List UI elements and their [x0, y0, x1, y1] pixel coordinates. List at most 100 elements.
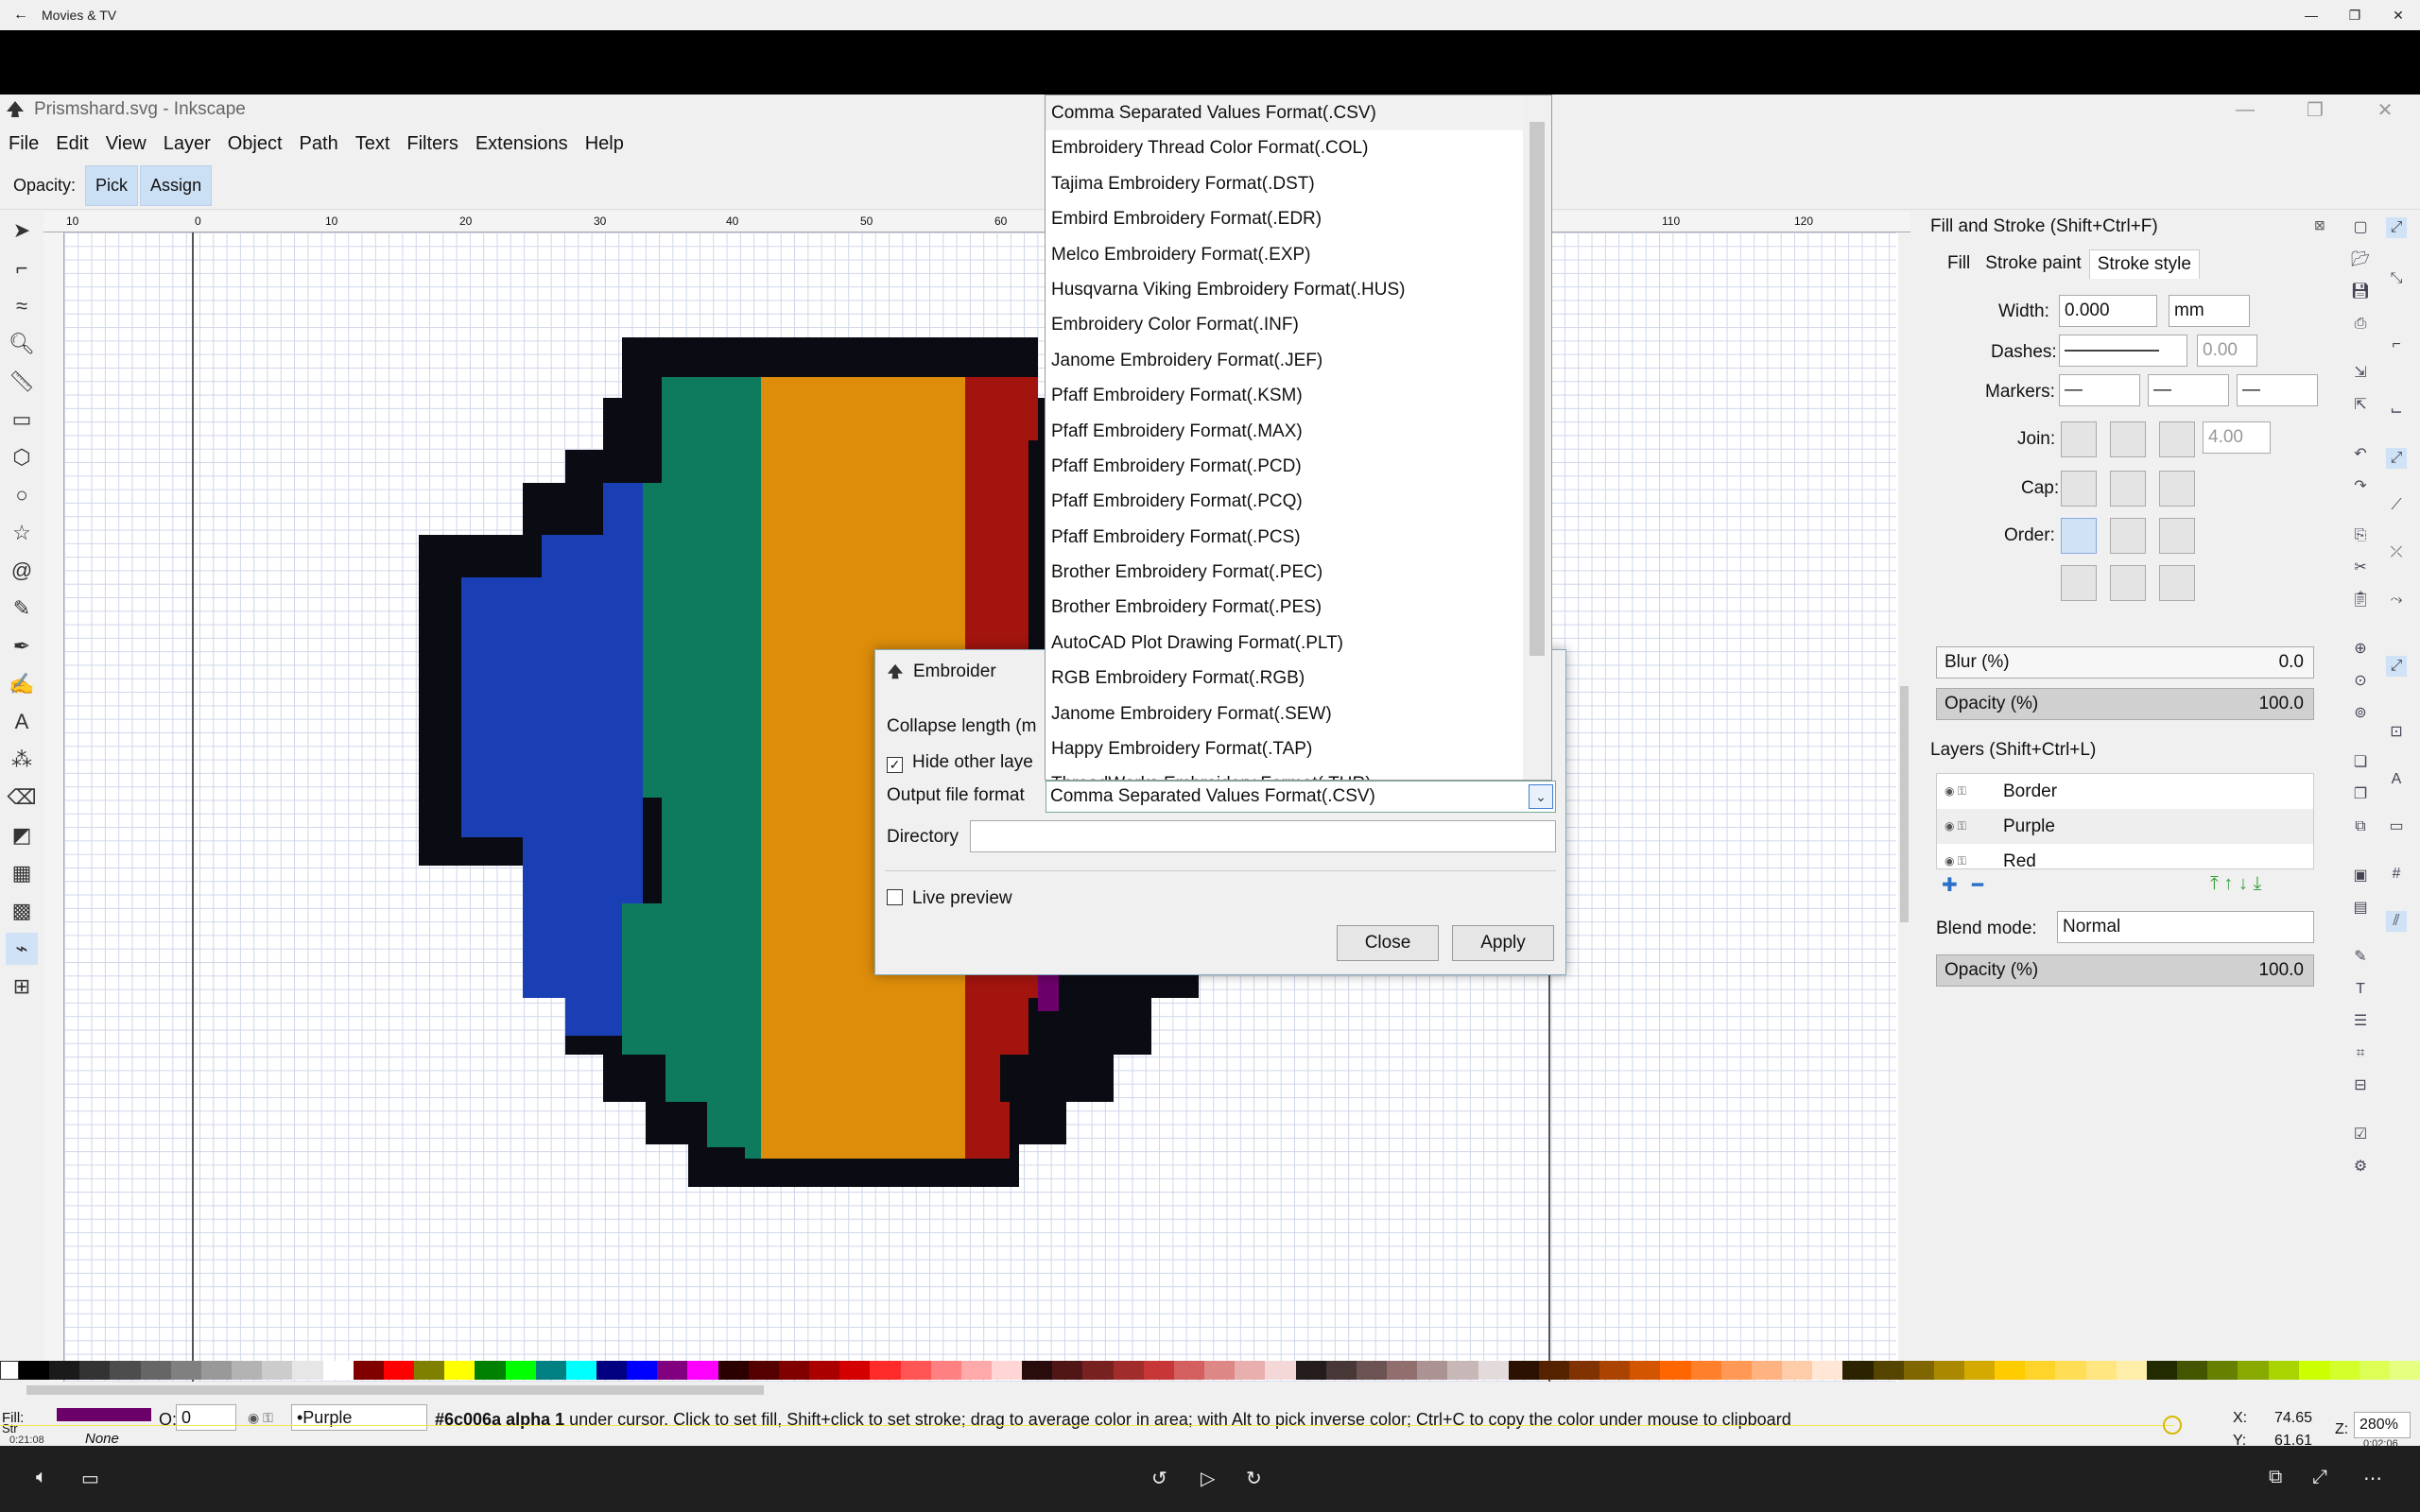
more-options-icon[interactable]: ⋯ — [2363, 1467, 2382, 1490]
node-tool-icon[interactable]: ⌐ — [6, 252, 38, 284]
dropdown-option[interactable]: Brother Embroidery Format(.PES) — [1046, 590, 1551, 625]
play-icon[interactable]: ▷ — [1201, 1467, 1215, 1490]
order-markers-stroke-fill-button[interactable] — [2159, 565, 2195, 601]
zoom-page-icon[interactable]: ⊚ — [2350, 703, 2371, 724]
cut-icon[interactable]: ✂ — [2350, 558, 2371, 578]
order-fill-stroke-markers-button[interactable] — [2061, 518, 2097, 554]
ellipse-tool-icon[interactable]: ○ — [6, 479, 38, 511]
duplicate-icon[interactable]: ❏ — [2350, 752, 2371, 773]
connector-tool-icon[interactable]: ⊞ — [6, 971, 38, 1003]
hide-layers-checkbox[interactable]: ✓ — [887, 757, 903, 773]
layer-row[interactable]: ◉ ⚿ Border — [1937, 774, 2313, 809]
opacity-o-input[interactable]: 0 — [176, 1404, 236, 1431]
mini-view-icon[interactable]: ⧉ — [2269, 1467, 2282, 1488]
copy-icon[interactable]: ⎘ — [2350, 525, 2371, 546]
window-close-button[interactable]: ✕ — [2350, 94, 2420, 125]
current-layer-select[interactable]: •Purple — [291, 1404, 427, 1431]
order-stroke-markers-fill-button[interactable] — [2110, 565, 2146, 601]
menu-edit[interactable]: Edit — [47, 133, 96, 155]
print-icon[interactable]: ⎙ — [2350, 314, 2371, 335]
no-paint-swatch[interactable] — [0, 1361, 19, 1380]
calligraphy-tool-icon[interactable]: ✍ — [6, 668, 38, 700]
snap-paths-icon[interactable]: ⟋ — [2386, 495, 2407, 516]
layers-dialog-icon[interactable]: ☰ — [2350, 1011, 2371, 1032]
cap-butt-button[interactable] — [2061, 471, 2097, 507]
snap-nodes-icon[interactable]: ⤢ — [2386, 448, 2407, 469]
window-minimize-button[interactable]: — — [2210, 94, 2280, 125]
spray-tool-icon[interactable]: ⁂ — [6, 744, 38, 776]
skip-forward-icon[interactable]: ↻ — [1246, 1467, 1262, 1490]
live-preview-checkbox[interactable] — [887, 889, 903, 905]
dropdown-option[interactable]: Brother Embroidery Format(.PEC) — [1046, 555, 1551, 590]
dropdown-option[interactable]: Pfaff Embroidery Format(.PCD) — [1046, 449, 1551, 484]
back-arrow-icon[interactable]: ← — [0, 7, 42, 24]
mesh-tool-icon[interactable]: ▩ — [6, 895, 38, 927]
order-markers-fill-stroke-button[interactable] — [2061, 565, 2097, 601]
document-properties-icon[interactable]: ⚙ — [2350, 1157, 2371, 1177]
dropdown-option[interactable]: Janome Embroidery Format(.JEF) — [1046, 343, 1551, 378]
host-minimize-button[interactable]: — — [2290, 0, 2333, 30]
pick-toggle[interactable]: Pick — [85, 165, 139, 206]
save-icon[interactable]: 💾︎ — [2350, 282, 2371, 302]
snap-bbox-edge-icon[interactable]: ⌐ — [2386, 335, 2407, 355]
blend-mode-select[interactable]: Normal — [2057, 911, 2314, 943]
snap-grid-icon[interactable]: # — [2386, 864, 2407, 885]
menu-object[interactable]: Object — [219, 133, 291, 155]
color-palette[interactable] — [0, 1361, 2420, 1380]
menu-view[interactable]: View — [97, 133, 155, 155]
layer-move-icons[interactable]: ⤒ ↑ ↓ ⤓ — [2210, 873, 2261, 895]
assign-toggle[interactable]: Assign — [140, 165, 213, 206]
text-tool-icon[interactable]: A — [6, 706, 38, 738]
snap-intersection-icon[interactable]: ⤫ — [2386, 542, 2407, 563]
dropdown-option[interactable]: Embroidery Color Format(.INF) — [1046, 307, 1551, 342]
unlink-clone-icon[interactable]: ⧉ — [2350, 816, 2371, 837]
snap-others-icon[interactable]: ⤢ — [2386, 656, 2407, 677]
palette-scrollbar[interactable] — [0, 1382, 2420, 1399]
box-tool-icon[interactable]: ⬡ — [6, 441, 38, 473]
end-marker-select[interactable]: — — [2237, 374, 2318, 406]
tab-stroke-style[interactable]: Stroke style — [2088, 249, 2200, 279]
export-icon[interactable]: ⇱ — [2350, 395, 2371, 416]
volume-icon[interactable]: 🔈︎ — [36, 1467, 47, 1488]
pen-tool-icon[interactable]: ✒ — [6, 630, 38, 662]
cap-round-button[interactable] — [2110, 471, 2146, 507]
menu-path[interactable]: Path — [291, 133, 347, 155]
join-round-button[interactable] — [2110, 421, 2146, 457]
fill-stroke-dialog-icon[interactable]: ✎ — [2350, 947, 2371, 968]
order-stroke-fill-markers-button[interactable] — [2110, 518, 2146, 554]
width-input[interactable]: 0.000 — [2059, 295, 2157, 327]
bucket-tool-icon[interactable]: ◩ — [6, 819, 38, 851]
dropdown-option[interactable]: Embroidery Thread Color Format(.COL) — [1046, 130, 1551, 165]
xml-editor-icon[interactable]: ⌗ — [2350, 1043, 2371, 1064]
menu-text[interactable]: Text — [347, 133, 399, 155]
dashes-select[interactable] — [2059, 335, 2187, 367]
directory-input[interactable] — [970, 820, 1556, 852]
zoom-input[interactable]: 280% — [2354, 1412, 2411, 1438]
snap-guide-icon[interactable]: ⫽ — [2386, 911, 2407, 932]
dropdown-option[interactable]: Embird Embroidery Format(.EDR) — [1046, 201, 1551, 236]
fill-swatch[interactable] — [57, 1408, 151, 1421]
chevron-down-icon[interactable]: ⌄ — [1529, 784, 1553, 809]
dropdown-scrollbar[interactable] — [1523, 95, 1551, 780]
close-button[interactable]: Close — [1337, 925, 1439, 961]
gradient-tool-icon[interactable]: ▦ — [6, 857, 38, 889]
measure-tool-icon[interactable]: 📏︎ — [6, 366, 38, 398]
zoom-tool-icon[interactable]: 🔍︎ — [6, 328, 38, 360]
dropdown-option[interactable]: ThreadWorks Embroidery Format(.THR) — [1046, 766, 1551, 780]
snap-smooth-icon[interactable]: ⤳ — [2386, 590, 2407, 610]
dropdown-option[interactable]: Pfaff Embroidery Format(.MAX) — [1046, 414, 1551, 449]
layer-opacity-slider[interactable]: Opacity (%) 100.0 — [1936, 954, 2314, 987]
preferences-icon[interactable]: ☑ — [2350, 1125, 2371, 1145]
dashes-offset-input[interactable]: 0.00 — [2197, 335, 2257, 367]
layer-eye-lock-icon[interactable]: ◉ ⚿ — [248, 1410, 273, 1426]
captions-icon[interactable]: ▭ — [81, 1467, 99, 1490]
dropdown-option[interactable]: Pfaff Embroidery Format(.PCS) — [1046, 520, 1551, 555]
dropdown-option[interactable]: AutoCAD Plot Drawing Format(.PLT) — [1046, 626, 1551, 661]
new-document-icon[interactable]: ▢ — [2350, 217, 2371, 238]
layer-row[interactable]: ◉ ⚿ Purple — [1937, 809, 2313, 844]
align-dialog-icon[interactable]: ⊟ — [2350, 1075, 2371, 1096]
rectangle-tool-icon[interactable]: ▭ — [6, 404, 38, 436]
skip-back-icon[interactable]: ↺ — [1151, 1467, 1167, 1490]
hide-layers-row[interactable]: ✓ Hide other laye — [887, 752, 1033, 773]
dropdown-option[interactable]: Comma Separated Values Format(.CSV) — [1046, 95, 1551, 131]
